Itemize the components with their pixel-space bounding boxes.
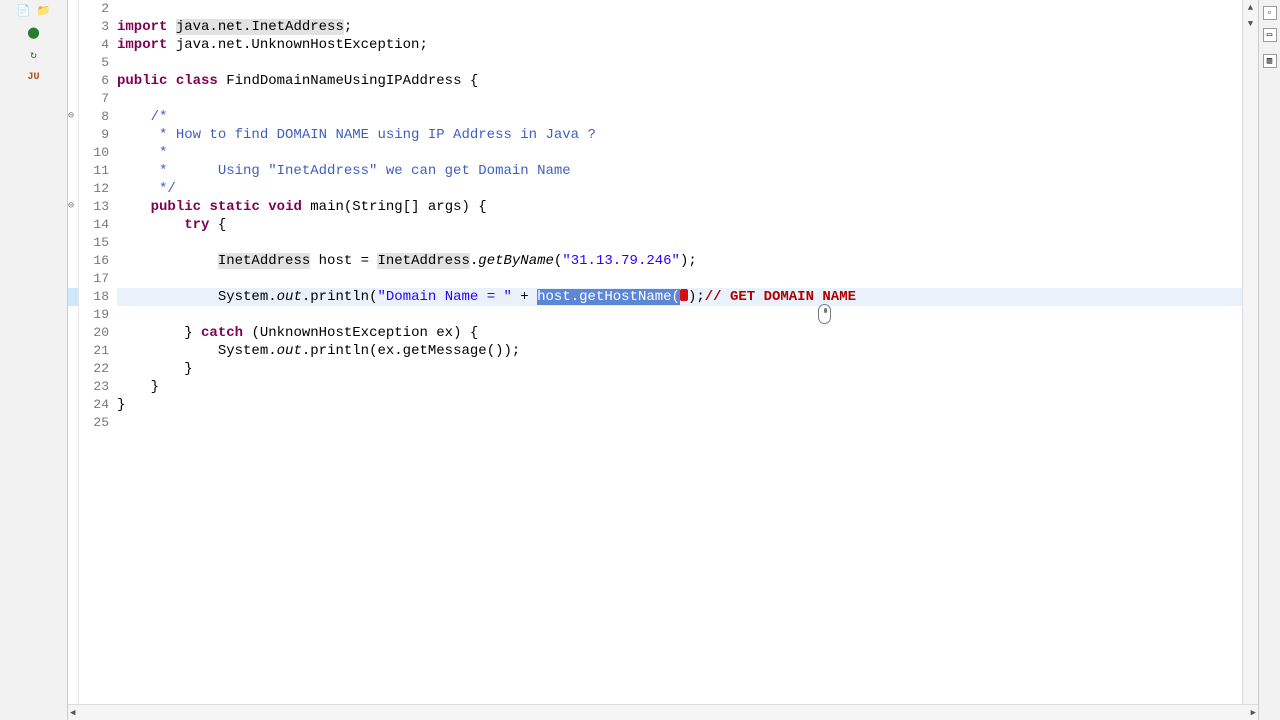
marker-cell [68, 324, 78, 342]
marker-cell [68, 378, 78, 396]
code-line[interactable] [117, 90, 1242, 108]
code-line[interactable] [117, 414, 1242, 432]
line-number: 13 [79, 198, 113, 216]
marker-cell [68, 126, 78, 144]
scroll-right-icon[interactable]: ▶ [1251, 708, 1256, 718]
vertical-scrollbar[interactable]: ▲ ▼ [1242, 0, 1258, 704]
line-number: 25 [79, 414, 113, 432]
scroll-down-icon[interactable]: ▼ [1243, 16, 1258, 32]
code-line[interactable]: InetAddress host = InetAddress.getByName… [117, 252, 1242, 270]
marker-cell [68, 342, 78, 360]
marker-cell [68, 180, 78, 198]
code-line[interactable]: * Using "InetAddress" we can get Domain … [117, 162, 1242, 180]
package-hierarchy-icon[interactable]: 📁 [35, 2, 53, 20]
code-line[interactable] [117, 0, 1242, 18]
line-number: 10 [79, 144, 113, 162]
line-number: 8 [79, 108, 113, 126]
marker-cell [68, 234, 78, 252]
marker-cell [68, 0, 78, 18]
marker-cell [68, 270, 78, 288]
code-line[interactable]: } [117, 360, 1242, 378]
line-number: 24 [79, 396, 113, 414]
line-number: 15 [79, 234, 113, 252]
marker-cell [68, 252, 78, 270]
marker-cell [68, 216, 78, 234]
fold-toggle-icon[interactable] [68, 108, 78, 126]
scroll-up-icon[interactable]: ▲ [1243, 0, 1258, 16]
code-line[interactable]: } [117, 396, 1242, 414]
line-number: 2 [79, 0, 113, 18]
line-number: 3 [79, 18, 113, 36]
line-number: 14 [79, 216, 113, 234]
code-line[interactable]: */ [117, 180, 1242, 198]
line-number: 4 [79, 36, 113, 54]
marker-cell [68, 36, 78, 54]
history-icon[interactable]: 📄 [15, 2, 33, 20]
line-number: 9 [79, 126, 113, 144]
code-line[interactable]: public static void main(String[] args) { [117, 198, 1242, 216]
expand-icon[interactable]: ▫ [1263, 6, 1277, 20]
line-number: 22 [79, 360, 113, 378]
right-vertical-toolbar: ▫ ▭ ▥ [1258, 0, 1280, 720]
scroll-left-icon[interactable]: ◀ [70, 708, 75, 718]
line-number: 11 [79, 162, 113, 180]
marker-cell [68, 306, 78, 324]
junit-icon[interactable]: JU [25, 68, 43, 86]
code-line[interactable]: System.out.println(ex.getMessage()); [117, 342, 1242, 360]
line-number: 6 [79, 72, 113, 90]
code-line[interactable] [117, 306, 1242, 324]
code-line[interactable]: * [117, 144, 1242, 162]
code-line[interactable]: } catch (UnknownHostException ex) { [117, 324, 1242, 342]
marker-cell [68, 18, 78, 36]
marker-cell [68, 396, 78, 414]
line-number: 23 [79, 378, 113, 396]
marker-cell [68, 414, 78, 432]
callers-icon[interactable]: ⬤ [25, 24, 43, 42]
fold-marker-strip[interactable] [68, 0, 79, 704]
marker-cell [68, 54, 78, 72]
line-number: 17 [79, 270, 113, 288]
text-caret [680, 289, 688, 301]
line-number: 21 [79, 342, 113, 360]
code-line[interactable]: import java.net.UnknownHostException; [117, 36, 1242, 54]
marker-cell [68, 360, 78, 378]
marker-cell [68, 144, 78, 162]
line-number: 12 [79, 180, 113, 198]
line-number: 5 [79, 54, 113, 72]
refresh-icon[interactable]: ↻ [25, 46, 43, 64]
fold-toggle-icon[interactable] [68, 198, 78, 216]
line-number: 16 [79, 252, 113, 270]
marker-cell [68, 90, 78, 108]
maximize-icon[interactable]: ▭ [1263, 28, 1277, 42]
code-line[interactable]: System.out.println("Domain Name = " + ho… [117, 288, 1242, 306]
code-line[interactable] [117, 54, 1242, 72]
marker-cell [68, 72, 78, 90]
line-number-gutter[interactable]: 2345678910111213141516171819202122232425 [79, 0, 113, 704]
line-number: 7 [79, 90, 113, 108]
code-line[interactable]: /* [117, 108, 1242, 126]
editor-pane: 2345678910111213141516171819202122232425… [68, 0, 1258, 720]
code-line[interactable] [117, 270, 1242, 288]
marker-cell [68, 162, 78, 180]
marker-cell [68, 288, 78, 306]
code-line[interactable]: public class FindDomainNameUsingIPAddres… [117, 72, 1242, 90]
code-line[interactable]: import java.net.InetAddress; [117, 18, 1242, 36]
outline-icon[interactable]: ▥ [1263, 54, 1277, 68]
code-line[interactable]: * How to find DOMAIN NAME using IP Addre… [117, 126, 1242, 144]
code-editor[interactable]: import java.net.InetAddress;import java.… [113, 0, 1242, 704]
left-vertical-toolbar: 📄 📁 ⬤ ↻ JU [0, 0, 68, 720]
horizontal-scrollbar[interactable]: ◀ ▶ [68, 704, 1258, 720]
code-line[interactable] [117, 234, 1242, 252]
line-number: 20 [79, 324, 113, 342]
code-line[interactable]: } [117, 378, 1242, 396]
line-number: 19 [79, 306, 113, 324]
code-line[interactable]: try { [117, 216, 1242, 234]
line-number: 18 [79, 288, 113, 306]
